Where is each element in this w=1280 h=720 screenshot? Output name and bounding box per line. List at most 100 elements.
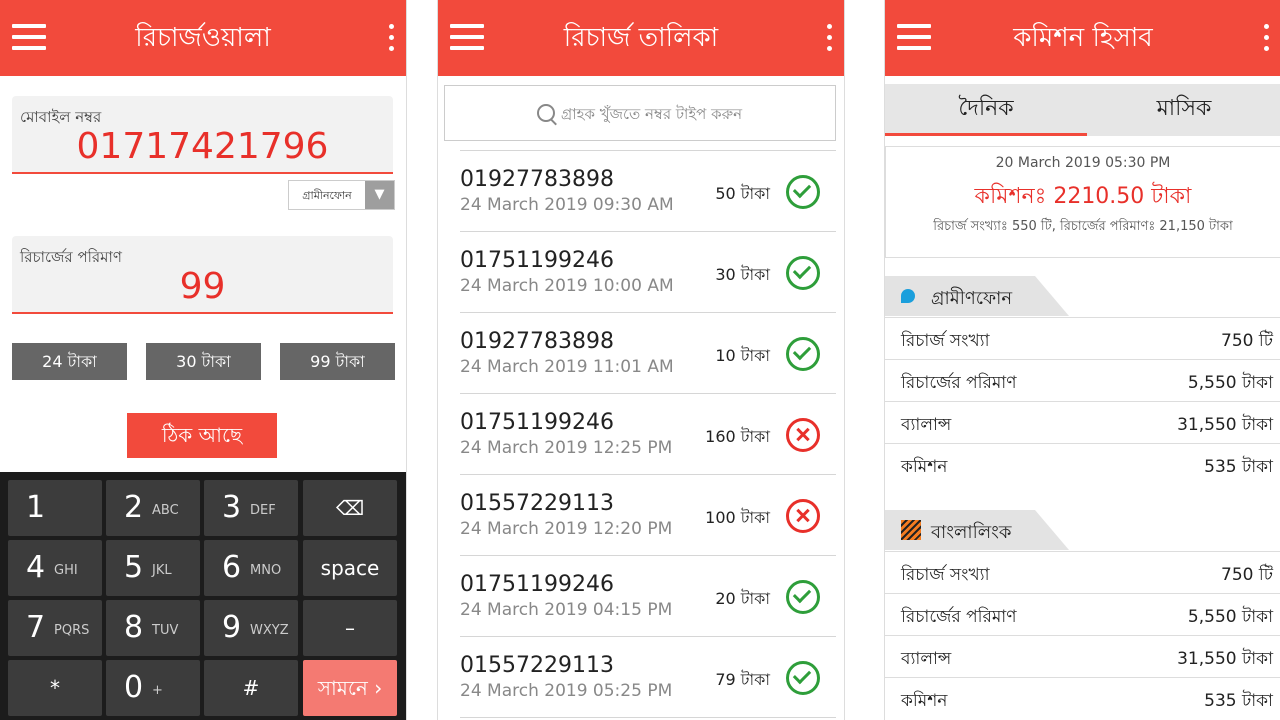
recharge-amount: 20 টাকা: [715, 589, 770, 608]
key-digit: 3: [222, 490, 242, 525]
failed-cross-icon: [786, 418, 820, 452]
stat-value: 5,550 টাকা: [1187, 607, 1273, 627]
more-options-icon[interactable]: [824, 24, 834, 52]
keypad-key[interactable]: 2 ABC: [106, 480, 200, 536]
backspace-key[interactable]: ⌫: [303, 480, 397, 536]
stat-label: কমিশন: [901, 457, 948, 477]
recharge-time: 24 March 2019 10:00 AM: [460, 276, 674, 296]
list-item[interactable]: 01751199246 24 March 2019 12:25 PM 160 টাক…: [460, 394, 836, 475]
key-digit: 6: [222, 550, 242, 585]
keypad-key[interactable]: 8 TUV: [106, 600, 200, 656]
key-digit: 5: [124, 550, 144, 585]
summary-commission: কমিশনঃ 2210.50 টাকা: [974, 184, 1192, 209]
operator-value: গ্রামীনফোন: [302, 189, 352, 202]
list-item[interactable]: 01751199246 24 March 2019 04:15 PM 20 টাকা: [460, 556, 836, 637]
app-title: রিচার্জওয়ালা: [135, 23, 271, 53]
keypad-key[interactable]: #: [204, 660, 298, 716]
stat-label: ব্যালান্স: [901, 649, 952, 669]
operator-section-header: গ্রামীণফোন: [885, 276, 1280, 316]
keypad-key[interactable]: –: [303, 600, 397, 656]
keypad-key[interactable]: space: [303, 540, 397, 596]
recharge-phone: 01751199246: [460, 410, 614, 435]
operator-name: গ্রামীণফোন: [931, 288, 1013, 309]
stat-value: 750 টি: [1221, 331, 1273, 351]
keypad-key[interactable]: 7 PQRS: [8, 600, 102, 656]
recharge-amount: 30 টাকা: [715, 265, 770, 284]
chevron-down-icon[interactable]: ▼: [365, 181, 394, 209]
failed-cross-icon: [786, 499, 820, 533]
recharge-amount: 10 টাকা: [715, 346, 770, 365]
success-check-icon: [786, 256, 820, 290]
success-check-icon: [786, 580, 820, 614]
key-letters: WXYZ: [250, 623, 289, 638]
recharge-amount: 50 টাকা: [715, 184, 770, 203]
more-options-icon[interactable]: [1261, 24, 1271, 52]
next-key[interactable]: সামনে ›: [303, 660, 397, 716]
menu-icon[interactable]: [450, 24, 484, 50]
stat-row: ব্যালান্স 31,550 টাকা: [885, 401, 1280, 444]
key-digit: 8: [124, 610, 144, 645]
recharge-phone: 01927783898: [460, 167, 614, 192]
list-item[interactable]: 01557229113 24 March 2019 05:25 PM 79 টাকা: [460, 637, 836, 718]
recharge-phone: 01927783898: [460, 329, 614, 354]
operator-section-header: বাংলালিংক: [885, 510, 1280, 550]
recharge-amount-field[interactable]: রিচার্জের পরিমাণ 99: [12, 236, 393, 314]
menu-icon[interactable]: [897, 24, 931, 50]
operator-select[interactable]: গ্রামীনফোন ▼: [288, 180, 395, 210]
recharge-phone: 01557229113: [460, 653, 614, 678]
quick-amount-button[interactable]: 30 টাকা: [146, 343, 261, 380]
recharge-amount-value[interactable]: 99: [12, 266, 393, 307]
stat-value: 31,550 টাকা: [1177, 649, 1273, 669]
key-letters: JKL: [152, 563, 172, 578]
tab-daily[interactable]: দৈনিক: [885, 84, 1087, 136]
stat-label: রিচার্জ সংখ্যা: [901, 331, 990, 351]
keypad-key[interactable]: 3 DEF: [204, 480, 298, 536]
key-letters: ABC: [152, 503, 179, 518]
keypad-key[interactable]: 0 +: [106, 660, 200, 716]
key-digit: 7: [26, 610, 46, 645]
mobile-number-value[interactable]: 01717421796: [12, 126, 393, 167]
recharge-time: 24 March 2019 09:30 AM: [460, 195, 674, 215]
keypad-key[interactable]: 5 JKL: [106, 540, 200, 596]
recharge-phone: 01557229113: [460, 491, 614, 516]
commission-summary: 20 March 2019 05:30 PM কমিশনঃ 2210.50 টা…: [885, 146, 1280, 258]
more-options-icon[interactable]: [386, 24, 396, 52]
stat-row: কমিশন 535 টাকা: [885, 677, 1280, 720]
ok-button[interactable]: ঠিক আছে: [127, 413, 277, 458]
menu-icon[interactable]: [12, 24, 46, 50]
success-check-icon: [786, 661, 820, 695]
summary-date: 20 March 2019 05:30 PM: [995, 155, 1171, 171]
stat-row: রিচার্জের পরিমাণ 5,550 টাকা: [885, 359, 1280, 402]
backspace-icon: ⌫: [335, 496, 365, 520]
app-title: রিচার্জ তালিকা: [563, 23, 719, 53]
mobile-number-field[interactable]: মোবাইল নম্বর 01717421796: [12, 96, 393, 174]
recharge-amount: 160 টাকা: [705, 427, 770, 446]
key-letters: +: [152, 683, 163, 698]
numeric-keypad: 1 2 ABC 3 DEF ⌫ 4 GHI 5 JKL 6 MNO space 7 PQRS 8 TUV 9 WXY…: [0, 472, 406, 720]
search-input[interactable]: গ্রাহক খুঁজতে নম্বর টাইপ করুন: [444, 85, 836, 141]
list-item[interactable]: 01927783898 24 March 2019 09:30 AM 50 টাকা: [460, 151, 836, 232]
keypad-key[interactable]: 1: [8, 480, 102, 536]
key-digit: 0: [124, 670, 144, 705]
quick-amount-button[interactable]: 24 টাকা: [12, 343, 127, 380]
list-item[interactable]: 01751199246 24 March 2019 10:00 AM 30 টাকা: [460, 232, 836, 313]
operator-name: বাংলালিংক: [931, 522, 1012, 543]
period-tabs: দৈনিক মাসিক: [885, 84, 1280, 136]
search-icon: [537, 104, 555, 122]
recharge-list-screen: রিচার্জ তালিকা গ্রাহক খুঁজতে নম্বর টাইপ …: [437, 0, 845, 720]
stat-label: রিচার্জের পরিমাণ: [901, 607, 1017, 627]
keypad-key[interactable]: 6 MNO: [204, 540, 298, 596]
stat-row: কমিশন 535 টাকা: [885, 443, 1280, 486]
keypad-key[interactable]: 4 GHI: [8, 540, 102, 596]
recharge-time: 24 March 2019 12:20 PM: [460, 519, 673, 539]
keypad-key[interactable]: *: [8, 660, 102, 716]
app-bar: কমিশন হিসাব: [885, 0, 1280, 76]
recharge-amount: 100 টাকা: [705, 508, 770, 527]
success-check-icon: [786, 337, 820, 371]
success-check-icon: [786, 175, 820, 209]
quick-amount-button[interactable]: 99 টাকা: [280, 343, 395, 380]
keypad-key[interactable]: 9 WXYZ: [204, 600, 298, 656]
tab-monthly[interactable]: মাসিক: [1087, 84, 1280, 136]
list-item[interactable]: 01927783898 24 March 2019 11:01 AM 10 টাকা: [460, 313, 836, 394]
list-item[interactable]: 01557229113 24 March 2019 12:20 PM 100 টাক…: [460, 475, 836, 556]
